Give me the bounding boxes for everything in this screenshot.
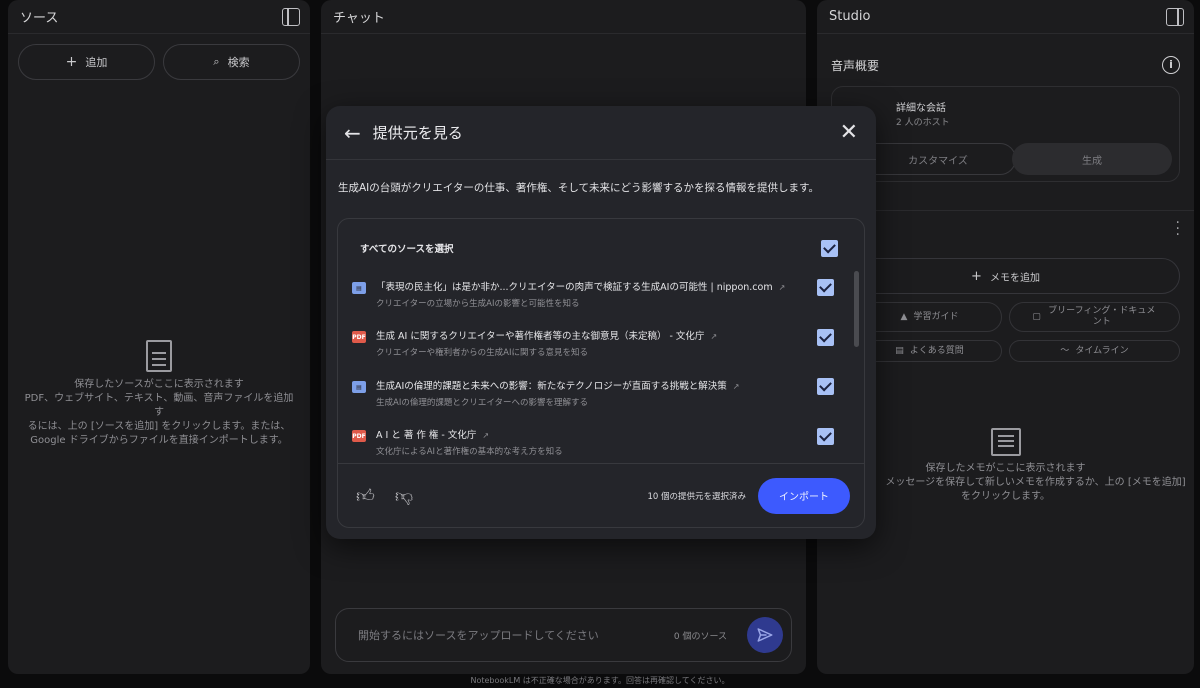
faq-chip[interactable]: ▤ よくある質問 [857, 340, 1002, 362]
sources-empty-state: 保存したソースがここに表示されます PDF、ウェブサイト、テキスト、動画、音声フ… [8, 340, 310, 448]
back-arrow-icon[interactable]: ← [344, 121, 361, 145]
audio-overview-card: 詳細な会話 2 人のホスト カスタマイズ 生成 [831, 86, 1180, 182]
dialog-footer: 👍︎ 👎︎ 10 個の提供元を選択済み インポート [338, 463, 864, 527]
notes-icon [990, 428, 1021, 456]
source-title-wrap: 生成AIの倫理的課題と未来への影響：新たなテクノロジーが直面する挑戦と解決策 ↗ [376, 378, 739, 392]
add-note-label: メモを追加 [989, 272, 1040, 284]
open-external-icon[interactable]: ↗ [779, 283, 786, 292]
briefing-doc-label: ブリーフィング・ドキュメント [1048, 306, 1156, 327]
timeline-label: タイムライン [1075, 345, 1129, 356]
note-icon: ▢ [1032, 311, 1041, 322]
sources-empty-line1: 保存したソースがここに表示されます [74, 379, 244, 390]
import-button[interactable]: インポート [758, 477, 850, 514]
school-icon: ▲ [900, 311, 908, 322]
audio-overview-title: 音声概要 [831, 58, 880, 73]
search-source-label: 検索 [227, 56, 250, 69]
select-all-checkbox[interactable] [821, 240, 838, 257]
scrollbar[interactable] [854, 271, 859, 347]
customize-button[interactable]: カスタマイズ [860, 143, 1016, 175]
sources-empty-line2: PDF、ウェブサイト、テキスト、動画、音声ファイルを追加す [24, 393, 294, 418]
source-checkbox[interactable] [817, 378, 834, 395]
add-source-button[interactable]: + 追加 [18, 44, 155, 80]
sources-empty-line4: Google ドライブからファイルを直接インポートします。 [30, 435, 288, 446]
more-vert-icon[interactable]: · · · [1176, 216, 1180, 242]
studio-header: Studio [817, 0, 1194, 34]
timeline-icon: 〜 [1060, 345, 1070, 356]
audio-card-title: 詳細な会話 [896, 103, 946, 114]
generate-button[interactable]: 生成 [1012, 143, 1172, 175]
source-subtitle: 文化庁によるAIと著作権の基本的な考え方を知る [376, 447, 563, 457]
list-item[interactable]: PDF A I と 著 作 権 - 文化庁 ↗ 文化庁によるAIと著作権の基本的な… [352, 425, 824, 465]
faq-label: よくある質問 [909, 345, 964, 356]
dialog-description: 生成AIの台頭がクリエイターの仕事、著作権、そして未来にどう影響するかを探る情報… [338, 182, 819, 194]
source-title-wrap: A I と 著 作 権 - 文化庁 ↗ [376, 427, 489, 441]
source-title: 「表現の民主化」は是か非か...クリエイターの肉声で検証する生成AIの可能性 |… [376, 282, 773, 293]
audio-card-subtitle: 2 人のホスト [896, 118, 950, 128]
sources-title: ソース [20, 11, 59, 26]
source-subtitle: クリエイターや権利者からの生成AIに関する意見を知る [376, 348, 588, 358]
faq-icon: ▤ [895, 345, 904, 356]
select-all-label: すべてのソースを選択 [360, 244, 454, 255]
dialog-title: 提供元を見る [372, 124, 463, 142]
dialog-header: ← 提供元を見る ✕ [326, 106, 876, 160]
study-guide-chip[interactable]: ▲ 学習ガイド [857, 302, 1002, 332]
info-icon[interactable]: i [1162, 56, 1180, 74]
source-count: 0 個のソース [673, 631, 727, 642]
chat-input-placeholder: 開始するにはソースをアップロードしてください [358, 629, 599, 642]
source-checkbox[interactable] [817, 428, 834, 445]
source-title-wrap: 「表現の民主化」は是か非か...クリエイターの肉声で検証する生成AIの可能性 |… [376, 279, 785, 293]
source-title-wrap: 生成 AI に関するクリエイターや著作権者等の主な御意見（未定稿） - 文化庁 ↗ [376, 328, 717, 342]
list-item[interactable]: PDF 生成 AI に関するクリエイターや著作権者等の主な御意見（未定稿） - … [352, 326, 824, 366]
open-external-icon[interactable]: ↗ [482, 431, 489, 440]
open-external-icon[interactable]: ↗ [733, 382, 740, 391]
thumb-down-icon[interactable]: 👎︎ [395, 485, 413, 507]
send-icon [757, 628, 773, 642]
search-source-button[interactable]: ⌕ 検索 [163, 44, 300, 80]
web-icon: ▤ [352, 381, 366, 393]
studio-title: Studio [829, 9, 871, 24]
selected-count: 10 個の提供元を選択済み [647, 491, 746, 502]
add-note-button[interactable]: + メモを追加 [831, 258, 1180, 294]
send-button[interactable] [747, 617, 783, 653]
disclaimer-footer: NotebookLM は不正確な場合があります。回答は再確認してください。 [470, 676, 730, 685]
chat-title: チャット [333, 11, 385, 26]
collapse-panel-icon[interactable] [282, 7, 300, 26]
source-list: すべてのソースを選択 ▤ 「表現の民主化」は是か非か...クリエイターの肉声で検… [337, 218, 865, 528]
collapse-panel-icon[interactable] [1166, 7, 1184, 26]
search-sparkle-icon: ⌕ [213, 55, 220, 68]
source-checkbox[interactable] [817, 279, 834, 296]
source-subtitle: クリエイターの立場から生成AIの影響と可能性を知る [376, 299, 580, 309]
plus-icon: + [971, 268, 982, 284]
thumb-up-icon[interactable]: 👍︎ [356, 485, 375, 507]
source-title: A I と 著 作 権 - 文化庁 [376, 430, 477, 441]
source-subtitle: 生成AIの倫理的課題とクリエイターへの影響を理解する [376, 398, 588, 408]
timeline-chip[interactable]: 〜 タイムライン [1009, 340, 1180, 362]
list-item[interactable]: ▤ 生成AIの倫理的課題と未来への影響：新たなテクノロジーが直面する挑戦と解決策… [352, 376, 824, 416]
study-guide-label: 学習ガイド [913, 311, 959, 322]
list-item[interactable]: ▤ 「表現の民主化」は是か非か...クリエイターの肉声で検証する生成AIの可能性… [352, 277, 824, 317]
open-external-icon[interactable]: ↗ [710, 332, 717, 341]
pdf-icon: PDF [352, 430, 366, 442]
sources-header: ソース [8, 0, 310, 34]
plus-icon: + [65, 54, 78, 70]
source-title: 生成AIの倫理的課題と未来への影響：新たなテクノロジーが直面する挑戦と解決策 [376, 381, 727, 392]
sources-panel: ソース + 追加 ⌕ 検索 保存したソースがここに表示されます PDF、ウェブサ… [8, 0, 310, 674]
close-icon[interactable]: ✕ [840, 120, 858, 145]
discover-sources-dialog: ← 提供元を見る ✕ 生成AIの台頭がクリエイターの仕事、著作権、そして未来にど… [326, 106, 876, 539]
pdf-icon: PDF [352, 331, 366, 343]
chat-header: チャット [321, 0, 806, 34]
briefing-doc-chip[interactable]: ▢ ブリーフィング・ドキュメント [1009, 302, 1180, 332]
document-icon [146, 340, 172, 372]
chat-input[interactable]: 開始するにはソースをアップロードしてください 0 個のソース [335, 608, 792, 662]
add-source-label: 追加 [85, 56, 108, 69]
source-title: 生成 AI に関するクリエイターや著作権者等の主な御意見（未定稿） - 文化庁 [376, 331, 705, 342]
web-icon: ▤ [352, 282, 366, 294]
source-checkbox[interactable] [817, 329, 834, 346]
sources-empty-line3: るには、上の [ソースを追加] をクリックします。または、 [27, 421, 291, 432]
